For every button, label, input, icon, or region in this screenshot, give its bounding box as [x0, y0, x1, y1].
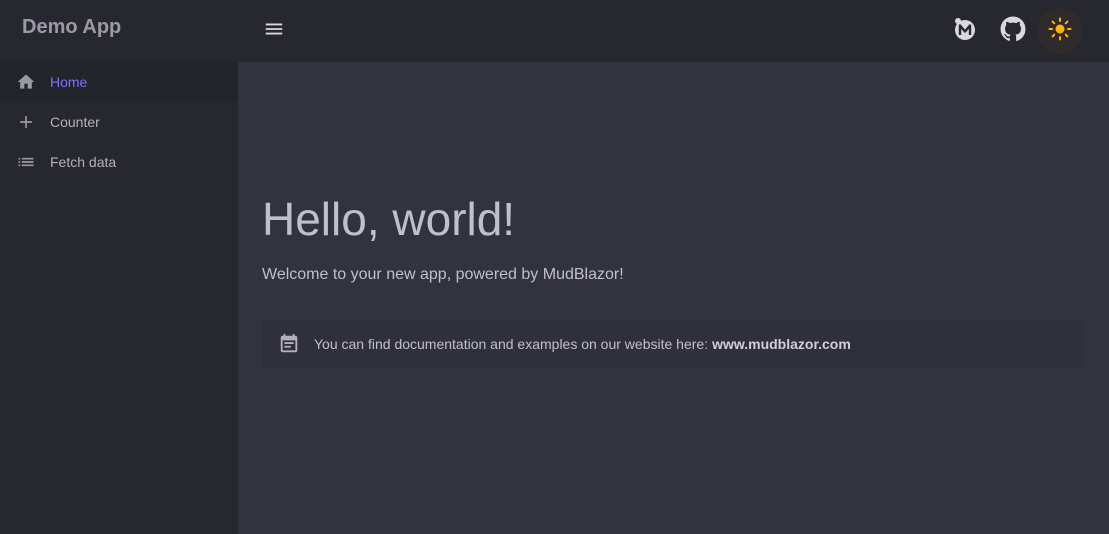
sun-icon [1048, 17, 1072, 46]
main-content: Hello, world! Welcome to your new app, p… [238, 62, 1109, 534]
alert-text: You can find documentation and examples … [314, 336, 709, 352]
github-icon [1000, 16, 1026, 47]
info-alert: You can find documentation and examples … [262, 320, 1084, 368]
hamburger-icon [263, 18, 285, 45]
theme-toggle-button[interactable] [1037, 8, 1083, 54]
website-link[interactable]: www.mudblazor.com [712, 336, 851, 352]
menu-button[interactable] [258, 15, 290, 47]
welcome-text: Welcome to your new app, powered by MudB… [262, 266, 624, 283]
sidebar-item-fetch-data[interactable]: Fetch data [0, 142, 238, 182]
app-title: Demo App [22, 15, 122, 38]
sidebar-item-label: Home [50, 74, 88, 90]
github-button[interactable] [990, 8, 1036, 54]
home-icon [16, 72, 36, 92]
mudblazor-button[interactable] [942, 8, 988, 54]
sidebar-item-home[interactable]: Home [0, 62, 238, 102]
mudblazor-icon [952, 16, 978, 47]
calendar-note-icon [278, 333, 300, 355]
sidebar-item-label: Fetch data [50, 154, 117, 170]
nav-drawer: Demo App Home Counter Fetch data [0, 0, 238, 534]
app-bar [238, 0, 1109, 62]
plus-icon [16, 112, 36, 132]
page-title: Hello, world! [262, 193, 516, 245]
sidebar-item-counter[interactable]: Counter [0, 102, 238, 142]
sidebar-item-label: Counter [50, 114, 100, 130]
list-icon [16, 152, 36, 172]
